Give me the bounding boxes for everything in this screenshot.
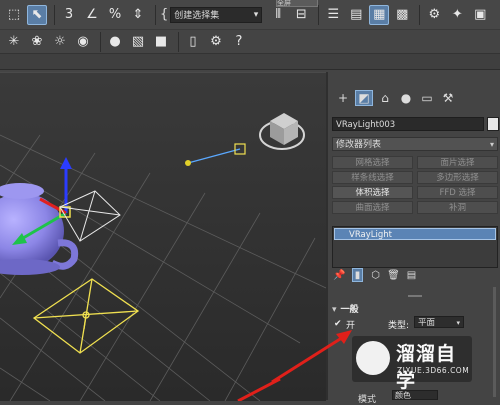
named-selection-label: 创建选择集 <box>174 11 220 21</box>
show-end-result-icon[interactable]: ▮ <box>352 268 363 282</box>
type-value: 平面 <box>418 318 436 328</box>
object-color-swatch[interactable] <box>487 117 499 131</box>
light-target[interactable] <box>185 143 246 166</box>
vray-toolbar: ✳ ❀ ☼ ◉ ● ▧ ■ ▯ ⚙ ? <box>0 30 500 54</box>
checkmark-icon[interactable]: ✔ <box>334 320 343 329</box>
vray-plant-icon[interactable]: ❀ <box>27 32 47 52</box>
toolbar-divider <box>318 4 320 25</box>
modifier-button[interactable]: 体积选择 <box>332 186 413 199</box>
help-icon[interactable]: ? <box>229 32 249 52</box>
annotation-arrow <box>237 377 281 401</box>
chevron-down-icon: ▾ <box>456 319 460 327</box>
toolbar-divider <box>54 4 55 25</box>
display-tab-icon[interactable]: ▭ <box>418 90 436 106</box>
modifier-button[interactable]: 网格选择 <box>332 156 413 169</box>
object-name-field[interactable]: VRayLight003 <box>332 117 484 131</box>
mirror-icon[interactable]: ⫴ <box>268 5 288 25</box>
curve-editor-icon[interactable]: ▦ <box>369 4 390 25</box>
utilities-tab-icon[interactable]: ⚒ <box>439 90 457 106</box>
material-editor-icon[interactable]: ⚙ <box>424 5 444 25</box>
modifier-sets: 网格选择 面片选择 样条线选择 多边形选择 体积选择 FFD 选择 曲面选择 补… <box>332 156 498 214</box>
schematic-view-icon[interactable]: ▩ <box>392 5 412 25</box>
modifier-list-dropdown[interactable]: 修改器列表 ▾ <box>332 137 498 151</box>
select-object-icon[interactable]: ⬉ <box>27 4 47 25</box>
edit-named-selection-icon[interactable]: { <box>160 7 168 22</box>
type-label: 类型: <box>388 321 410 331</box>
vray-frame-buffer-icon[interactable]: ■ <box>151 32 171 52</box>
modifier-button[interactable]: 曲面选择 <box>332 201 413 214</box>
spinner-snap-icon[interactable]: ⇕ <box>128 5 148 25</box>
toolbar-divider <box>419 4 421 25</box>
modifier-list-label: 修改器列表 <box>336 140 382 150</box>
create-tab-icon[interactable]: + <box>334 90 352 106</box>
motion-tab-icon[interactable]: ● <box>397 90 415 106</box>
named-selection-dropdown[interactable]: 创建选择集 ▾ <box>170 6 263 23</box>
vray-light-icon[interactable]: ✳ <box>4 32 24 52</box>
align-icon[interactable]: ⊟ <box>291 5 311 25</box>
vray-hdri-icon[interactable]: ☼ <box>50 32 70 52</box>
on-label: 开 <box>346 321 356 331</box>
modifier-button[interactable]: 面片选择 <box>417 156 498 169</box>
panel-scrollbar[interactable] <box>493 287 496 397</box>
modifier-button[interactable]: 样条线选择 <box>332 171 413 184</box>
modify-tab-icon[interactable]: ◩ <box>355 90 373 106</box>
remove-modifier-icon[interactable]: 🗑 <box>387 268 400 282</box>
ribbon-strip <box>0 54 500 70</box>
watermark-logo-icon <box>356 341 390 375</box>
chevron-down-icon: ▾ <box>489 140 494 149</box>
render-frame-icon[interactable]: ▣ <box>470 5 490 25</box>
toolbar-divider <box>178 31 179 52</box>
modifier-button[interactable]: 多边形选择 <box>417 171 498 184</box>
vray-proxy-icon[interactable]: ▧ <box>128 32 148 52</box>
viewcube[interactable] <box>259 113 305 150</box>
rollout-divider[interactable] <box>408 295 422 297</box>
stack-item-vraylight[interactable]: VRayLight <box>334 228 496 240</box>
modifier-button[interactable]: 补洞 <box>417 201 498 214</box>
vray-doc-icon[interactable]: ▯ <box>183 32 203 52</box>
vray-material-icon[interactable]: ● <box>105 32 125 52</box>
vray-light-small[interactable] <box>59 190 121 242</box>
ribbon-icon[interactable]: ▤ <box>346 5 366 25</box>
fullscreen-tab[interactable]: 全屏 <box>276 0 318 7</box>
vray-settings-icon[interactable]: ⚙ <box>206 32 226 52</box>
select-filter-icon[interactable]: ⬚ <box>4 5 24 25</box>
toolbar-divider <box>100 31 101 52</box>
watermark-subtitle: ZIXUE.3D66.COM <box>397 366 470 375</box>
percent-snap-icon[interactable]: % <box>105 5 125 25</box>
layer-manager-icon[interactable]: ☰ <box>323 5 343 25</box>
main-toolbar: ⬚ ⬉ 3 ∠ % ⇕ { 创建选择集 ▾ ⫴ ⊟ ☰ ▤ ▦ ▩ ⚙ ✦ ▣ <box>0 0 500 30</box>
command-panel-tabs: + ◩ ⌂ ● ▭ ⚒ <box>334 90 457 106</box>
configure-modifier-sets-icon[interactable]: ▤ <box>406 268 417 282</box>
pin-stack-icon[interactable]: 📌 <box>333 268 345 282</box>
hierarchy-tab-icon[interactable]: ⌂ <box>376 90 394 106</box>
snap-3d-icon[interactable]: 3 <box>59 5 79 25</box>
angle-snap-icon[interactable]: ∠ <box>82 5 102 25</box>
viewport-scene <box>0 113 326 401</box>
on-checkbox-row[interactable]: ✔ 开 <box>334 318 356 332</box>
chevron-down-icon: ▾ <box>253 9 259 20</box>
modifier-button[interactable]: FFD 选择 <box>417 186 498 199</box>
type-dropdown[interactable]: 平面 ▾ <box>414 316 464 328</box>
modifier-stack: VRayLight <box>332 226 498 268</box>
vray-sphere-icon[interactable]: ◉ <box>73 32 93 52</box>
make-unique-icon[interactable]: ⬡ <box>370 268 381 282</box>
rollout-title: 一般 <box>340 305 359 315</box>
watermark: 溜溜自学 ZIXUE.3D66.COM <box>352 336 472 392</box>
mode-label: 模式 <box>358 395 377 405</box>
perspective-viewport[interactable] <box>0 72 326 401</box>
rollout-general-header[interactable]: ▾ 一般 <box>332 302 492 315</box>
stack-toolbar: 📌 ▮ ⬡ 🗑 ▤ <box>333 268 417 282</box>
toolbar-divider <box>155 4 156 25</box>
collapse-icon: ▾ <box>332 305 337 315</box>
render-setup-icon[interactable]: ✦ <box>447 5 467 25</box>
